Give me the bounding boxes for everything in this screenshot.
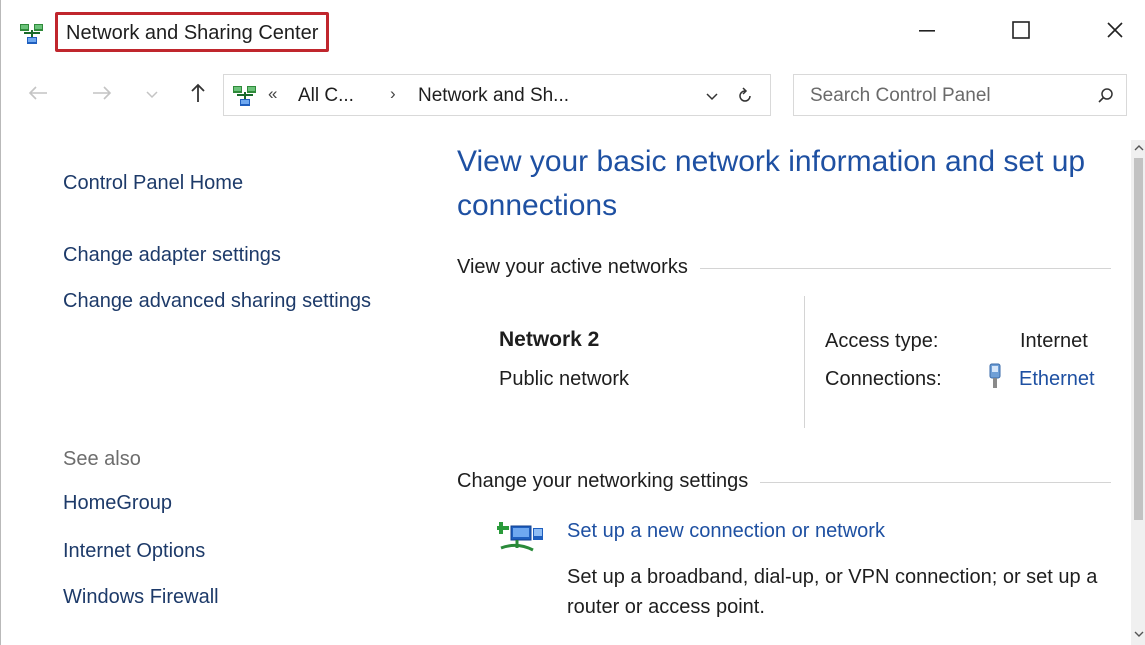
section-divider: [760, 482, 1111, 483]
scroll-thumb[interactable]: [1134, 158, 1143, 520]
close-icon: [1104, 19, 1126, 46]
section-divider: [699, 268, 1111, 269]
scroll-down-button[interactable]: [1131, 626, 1145, 642]
search-input[interactable]: [810, 83, 1080, 109]
access-type-value: Internet: [1020, 330, 1088, 352]
chevron-down-icon: [145, 86, 159, 104]
vertical-divider: [804, 296, 805, 428]
network-name: Network 2: [499, 328, 600, 351]
back-arrow-icon: [27, 84, 49, 107]
address-bar[interactable]: « All C... › Network and Sh...: [223, 74, 771, 116]
search-icon[interactable]: [1096, 86, 1118, 108]
network-center-icon: [19, 22, 45, 46]
window: Network and Sharing Center « All C... › …: [0, 0, 1145, 645]
active-networks-title: View your active networks: [457, 256, 688, 278]
refresh-icon: [739, 87, 751, 102]
page-heading: View your basic network information and …: [457, 145, 1086, 222]
connections-label: Connections:: [825, 368, 942, 390]
scroll-up-button[interactable]: [1131, 140, 1145, 156]
forward-button[interactable]: [87, 80, 117, 110]
forward-arrow-icon: [91, 84, 113, 107]
ethernet-icon: [987, 362, 1003, 390]
up-arrow-icon: [189, 82, 207, 109]
see-also-heading: See also: [63, 448, 141, 470]
up-button[interactable]: [183, 80, 213, 110]
change-settings-title: Change your networking settings: [457, 470, 749, 492]
network-center-icon: [232, 84, 258, 108]
change-settings-section: Change your networking settings: [457, 470, 1111, 493]
new-connection-icon: [497, 518, 545, 558]
back-button[interactable]: [23, 80, 53, 110]
control-panel-home-link[interactable]: Control Panel Home: [63, 168, 243, 198]
search-box[interactable]: [793, 74, 1127, 116]
breadcrumb-network-and-sharing-center[interactable]: Network and Sh...: [418, 85, 569, 107]
change-advanced-sharing-settings-link[interactable]: Change advanced sharing settings: [63, 286, 383, 316]
minimize-button[interactable]: [897, 10, 957, 54]
ethernet-connection-link[interactable]: Ethernet: [1019, 368, 1095, 391]
navigation-bar: « All C... › Network and Sh...: [1, 70, 1145, 120]
breadcrumb-separator[interactable]: ›: [390, 84, 396, 104]
homegroup-link[interactable]: HomeGroup: [63, 488, 172, 518]
refresh-button[interactable]: [732, 84, 758, 108]
address-dropdown-button[interactable]: [700, 85, 724, 107]
minimize-icon: [917, 20, 937, 45]
windows-firewall-link[interactable]: Windows Firewall: [63, 582, 219, 612]
active-networks-section: View your active networks: [457, 256, 1111, 279]
network-category: Public network: [499, 368, 630, 390]
chevron-down-icon: [1134, 631, 1143, 637]
change-adapter-settings-link[interactable]: Change adapter settings: [63, 240, 281, 270]
access-type-label: Access type:: [825, 330, 939, 352]
setup-new-connection-link[interactable]: Set up a new connection or network: [567, 520, 885, 543]
chevron-down-icon: [706, 93, 718, 101]
breadcrumb-all-control-panel-items[interactable]: All C...: [298, 85, 354, 107]
vertical-scrollbar[interactable]: [1131, 140, 1145, 645]
breadcrumb-overflow[interactable]: «: [268, 84, 277, 104]
maximize-button[interactable]: [991, 10, 1051, 54]
window-title: Network and Sharing Center: [55, 12, 330, 52]
chevron-up-icon: [1134, 145, 1143, 151]
close-button[interactable]: [1085, 10, 1145, 54]
maximize-icon: [1010, 19, 1032, 46]
internet-options-link[interactable]: Internet Options: [63, 536, 205, 566]
title-bar: Network and Sharing Center: [1, 0, 1145, 66]
recent-locations-button[interactable]: [141, 80, 163, 110]
setup-new-connection-description: Set up a broadband, dial-up, or VPN conn…: [567, 566, 1098, 618]
